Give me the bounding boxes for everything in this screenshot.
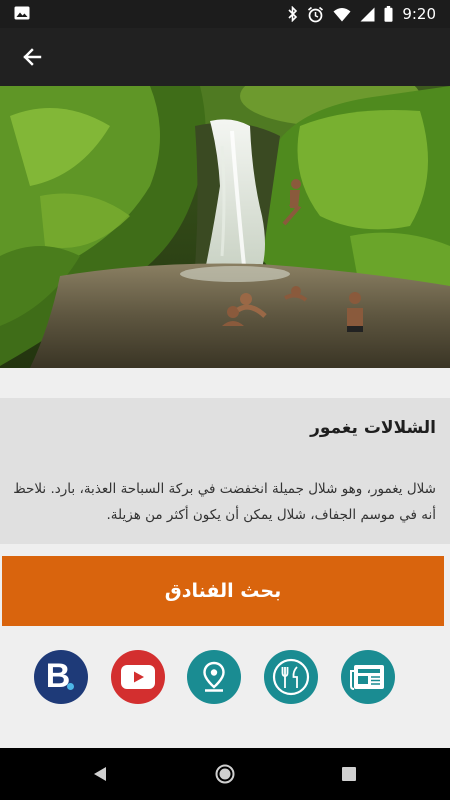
place-description: شلال يغمور، وهو شلال جميلة انخفضت في برك… xyxy=(13,481,436,523)
nav-home-button[interactable] xyxy=(211,760,239,788)
signal-icon xyxy=(360,7,375,21)
youtube-icon xyxy=(121,665,155,689)
spacer xyxy=(0,368,450,398)
place-photo xyxy=(0,86,450,368)
youtube-button[interactable] xyxy=(111,650,165,704)
arrow-back-icon xyxy=(23,48,42,66)
alarm-icon xyxy=(308,6,324,22)
back-triangle-icon xyxy=(94,767,106,781)
status-icons: 9:20 xyxy=(288,4,436,24)
home-circle-icon xyxy=(215,764,235,784)
back-button[interactable] xyxy=(10,35,54,79)
wifi-icon xyxy=(333,7,351,21)
booking-dot xyxy=(67,683,74,690)
nav-back-button[interactable] xyxy=(86,760,114,788)
app-bar xyxy=(0,28,450,86)
status-bar: 9:20 xyxy=(0,0,450,28)
waterfall-photo xyxy=(0,86,450,368)
place-info-card: الشلالات يغمور شلال يغمور، وهو شلال جميل… xyxy=(0,398,450,544)
battery-icon xyxy=(384,6,393,22)
recents-square-icon xyxy=(342,767,356,781)
booking-button[interactable]: B xyxy=(34,650,88,704)
restaurant-button[interactable] xyxy=(264,650,318,704)
restaurant-icon xyxy=(272,658,310,696)
newspaper-icon xyxy=(350,665,384,690)
place-title: الشلالات يغمور xyxy=(310,418,436,438)
image-icon xyxy=(14,6,30,20)
bluetooth-icon xyxy=(288,6,298,22)
nav-recents-button[interactable] xyxy=(335,760,363,788)
share-icons-row: B xyxy=(0,646,450,708)
search-hotels-button[interactable]: بحث الفنادق xyxy=(2,556,444,626)
news-button[interactable] xyxy=(341,650,395,704)
location-pin-icon xyxy=(203,661,225,692)
navigation-bar xyxy=(0,748,450,800)
clock: 9:20 xyxy=(402,5,436,23)
location-button[interactable] xyxy=(187,650,241,704)
